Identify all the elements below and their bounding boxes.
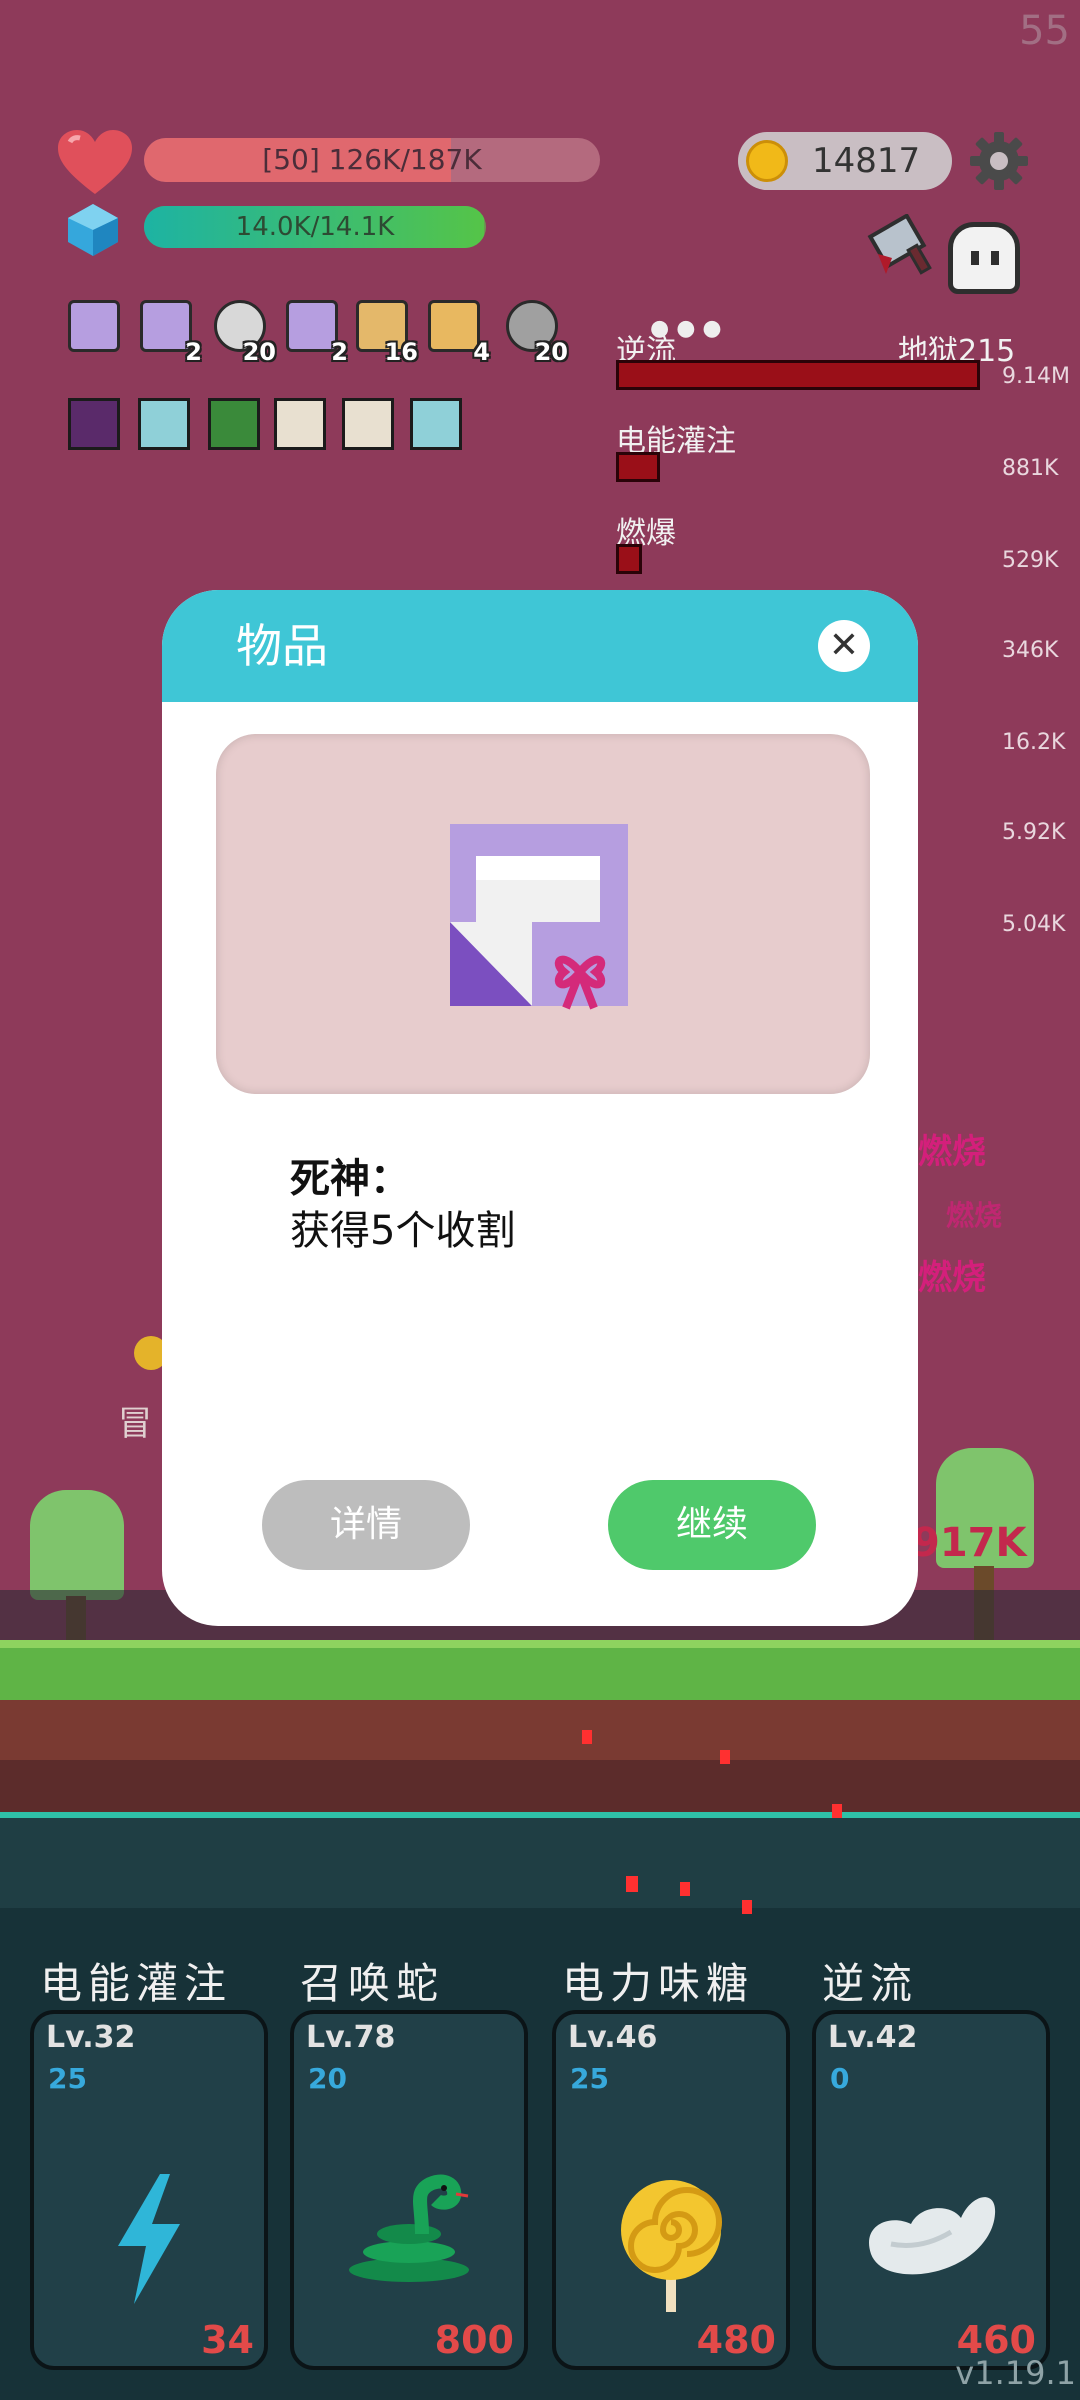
skill-level: Lv.42 <box>828 2020 918 2055</box>
skill-mana-cost: 20 <box>308 2062 347 2095</box>
burn-text: 燃烧 <box>918 1258 986 1298</box>
dialog-header: 物品 ✕ <box>162 590 918 702</box>
settings-gear-icon[interactable] <box>968 130 1030 192</box>
spark-icon <box>138 398 190 450</box>
version-label: v1.19.1 <box>955 2354 1076 2392</box>
snake-icon <box>344 2174 474 2288</box>
gift-card-icon[interactable]: 2 <box>140 300 202 366</box>
item-name: 死神： <box>290 1156 410 1202</box>
item-frame <box>216 734 870 1094</box>
skill-mana-cost: 25 <box>570 2062 609 2095</box>
skill-name: 逆流 <box>822 1959 919 2008</box>
damage-popup: 917K <box>912 1520 1027 1566</box>
gift-card-icon-shape <box>68 300 120 352</box>
ember <box>680 1882 690 1896</box>
detail-button[interactable]: 详情 <box>262 1480 470 1570</box>
item-count: 2 <box>331 338 348 366</box>
item-description: 获得5个收割 <box>290 1208 516 1254</box>
demon-icon <box>68 398 120 450</box>
map-icon[interactable]: 4 <box>428 300 490 366</box>
ember <box>832 1804 842 1818</box>
ghost-icon[interactable] <box>948 222 1020 294</box>
item-count: 16 <box>384 338 418 366</box>
skill-card-3[interactable]: Lv.46 25 480 <box>552 2010 790 2370</box>
leaf-icon <box>208 398 260 450</box>
skill-card-4[interactable]: Lv.42 0 460 <box>812 2010 1050 2370</box>
close-icon[interactable]: ✕ <box>818 620 870 672</box>
orb-icon[interactable]: 20 <box>506 300 568 366</box>
lightning-icon <box>114 2174 184 2308</box>
skill-level: Lv.32 <box>46 2020 136 2055</box>
damage-value: 529K <box>1002 548 1059 573</box>
damage-value: 881K <box>1002 456 1059 481</box>
burst-icon <box>274 398 326 450</box>
gift-card-icon[interactable]: 2 <box>286 300 348 366</box>
damage-value: 346K <box>1002 638 1059 663</box>
scroll-icon[interactable]: 16 <box>356 300 418 366</box>
skill-upgrade-cost: 800 <box>434 2318 514 2362</box>
side-label: 冒 <box>118 1404 152 1444</box>
skill-upgrade-cost: 34 <box>201 2318 254 2362</box>
buff-duration-bar <box>616 360 980 390</box>
continue-button[interactable]: 继续 <box>608 1480 816 1570</box>
dialog-title: 物品 <box>236 619 328 673</box>
ground-grass <box>0 1640 1080 1700</box>
ember <box>742 1900 752 1914</box>
item-count: 4 <box>473 338 490 366</box>
ember <box>720 1750 730 1764</box>
coin-icon <box>746 140 788 182</box>
skill-mana-cost: 25 <box>48 2062 87 2095</box>
spark-icon <box>410 398 462 450</box>
buff-duration-bar <box>616 452 660 482</box>
skill-name: 电力味糖 <box>562 1959 755 2008</box>
item-dialog: 物品 ✕ 死神： 获得5个收割 详情 继续 <box>162 590 918 1626</box>
skill-upgrade-cost: 480 <box>696 2318 776 2362</box>
gift-card-icon <box>450 824 628 1010</box>
gem-icon <box>68 204 118 256</box>
skill-mana-cost: 0 <box>830 2062 850 2095</box>
ember <box>626 1876 638 1892</box>
cleaver-icon[interactable] <box>862 214 942 292</box>
damage-value: 5.04K <box>1002 912 1066 937</box>
item-count: 2 <box>185 338 202 366</box>
ember <box>582 1730 592 1744</box>
skill-level: Lv.78 <box>306 2020 396 2055</box>
mp-bar: 14.0K/14.1K <box>144 206 486 248</box>
burn-text: 燃烧 <box>918 1132 986 1172</box>
hook-icon[interactable]: 20 <box>214 300 276 366</box>
item-count: 20 <box>242 338 276 366</box>
item-count: 20 <box>534 338 568 366</box>
heart-icon <box>58 130 132 194</box>
tree <box>30 1490 124 1600</box>
hp-text: [50] 126K/187K <box>262 143 482 176</box>
fps-counter: 55 <box>1019 8 1070 54</box>
hp-bar: [50] 126K/187K <box>144 138 600 182</box>
lollipop-icon <box>611 2174 731 2318</box>
wing-icon <box>861 2174 1001 2288</box>
damage-value: 5.92K <box>1002 820 1066 845</box>
damage-value: 16.2K <box>1002 730 1066 755</box>
damage-value: 9.14M <box>1002 364 1070 389</box>
skill-card-2[interactable]: Lv.78 20 800 <box>290 2010 528 2370</box>
burst-icon <box>342 398 394 450</box>
ground-dirt-dark <box>0 1760 1080 1812</box>
burn-text: 燃烧 <box>946 1199 1003 1232</box>
coin-counter: 14817 <box>738 132 952 190</box>
skill-level: Lv.46 <box>568 2020 658 2055</box>
water-strip <box>0 1812 1080 1908</box>
mp-text: 14.0K/14.1K <box>235 212 395 242</box>
skill-card-1[interactable]: Lv.32 25 34 <box>30 2010 268 2370</box>
coin-amount: 14817 <box>812 141 921 181</box>
buff-duration-bar <box>616 544 642 574</box>
skill-name: 电能灌注 <box>40 1959 233 2008</box>
gift-card-icon[interactable] <box>68 300 124 360</box>
skill-name: 召唤蛇 <box>300 1959 445 2008</box>
